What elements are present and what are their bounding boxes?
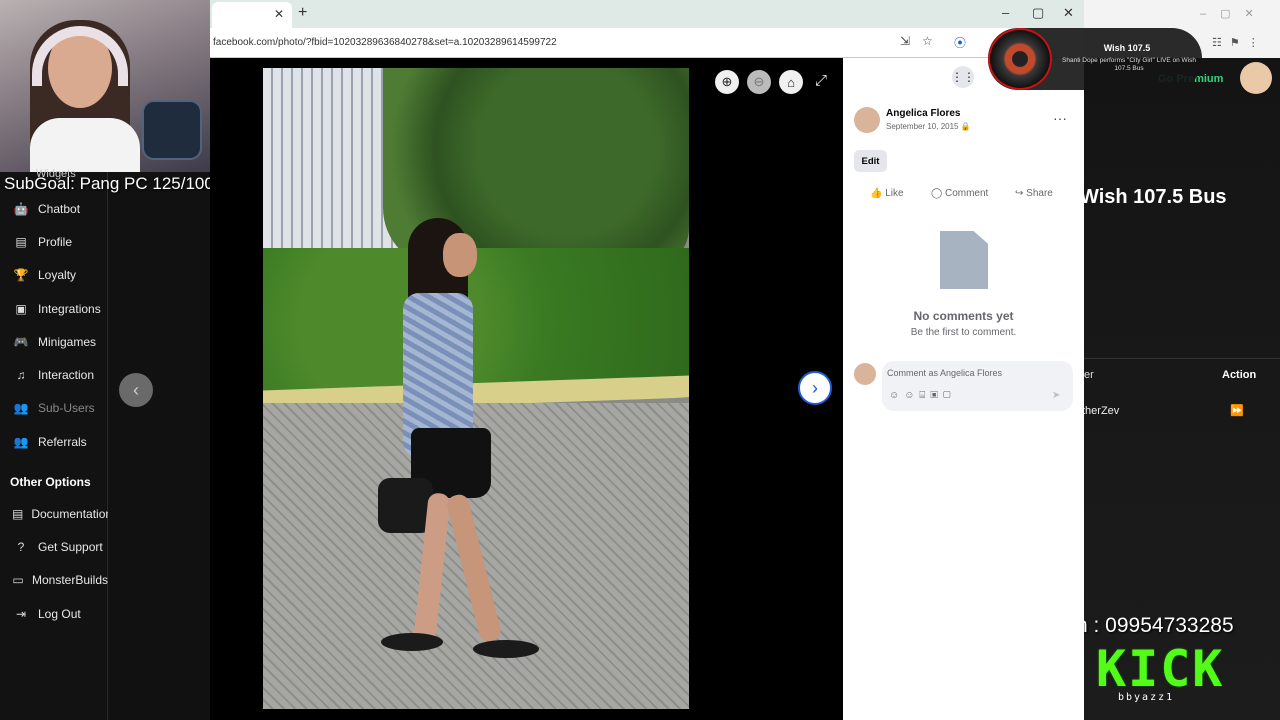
webcam-overlay	[0, 0, 210, 172]
extensions-icon[interactable]: ☷⚑⋮	[1212, 36, 1267, 49]
empty-comments-title: No comments yet	[913, 309, 1014, 323]
browser-tab[interactable]: ✕	[212, 2, 292, 28]
empty-comments-subtitle: Be the first to comment.	[910, 327, 1017, 338]
table-row-user: therZev	[1082, 405, 1120, 417]
trophy-icon: 🏆	[13, 268, 29, 282]
fast-forward-icon[interactable]: ⏩	[1230, 404, 1244, 417]
post-author[interactable]: Angelica Flores	[886, 108, 960, 119]
install-app-icon[interactable]: ⇲	[900, 34, 910, 48]
sidebar-item-minigames[interactable]: 🎮 Minigames	[0, 327, 108, 357]
kick-logo: KICK	[1096, 640, 1225, 698]
tab-bar: ✕ + – ▢ ✕	[210, 0, 1084, 28]
sidebar-item-profile[interactable]: ▤ Profile	[0, 227, 108, 257]
album-art	[988, 28, 1052, 90]
plug-icon: ▣	[15, 302, 27, 316]
phone-number-text: h : 09954733285	[1076, 614, 1234, 637]
zoom-in-icon[interactable]: ⊕	[715, 70, 739, 94]
robot-icon: 🤖	[13, 202, 29, 216]
comment-icon: ◯	[931, 188, 945, 199]
table-divider	[1084, 358, 1280, 359]
stream-title: Wish 107.5 Bus	[1080, 186, 1227, 208]
next-photo-button[interactable]: ›	[798, 371, 832, 405]
sidebar-item-interaction[interactable]: ♫ Interaction	[0, 360, 108, 390]
sidebar-item-chatbot[interactable]: 🤖 Chatbot	[0, 194, 108, 224]
comment-input[interactable]: Comment as Angelica Flores ☺☺⌸▣▢ ➤	[882, 361, 1073, 411]
document-icon: ▤	[12, 507, 24, 521]
close-tab-icon[interactable]: ✕	[274, 7, 284, 21]
sidebar-item-referrals[interactable]: 👥 Referrals	[0, 427, 108, 457]
maximize-icon[interactable]: ▢	[1032, 5, 1044, 21]
send-icon[interactable]: ➤	[1052, 390, 1060, 401]
sidebar-item-integrations[interactable]: ▣ Integrations	[0, 294, 108, 324]
close-window-icon[interactable]: ✕	[1063, 5, 1074, 21]
edit-button[interactable]: Edit	[854, 150, 887, 172]
share-button[interactable]: ↪ Share	[1015, 188, 1053, 199]
bookmark-star-icon[interactable]: ☆	[922, 34, 933, 48]
fullscreen-icon[interactable]: ⤢	[815, 72, 827, 89]
comment-placeholder: Comment as Angelica Flores	[887, 368, 1003, 378]
privacy-lock-icon: 🔒	[960, 122, 971, 131]
now-playing-subtitle: Shanti Dope performs "City Girl" LIVE on…	[1062, 57, 1196, 72]
browser-window: ✕ + – ▢ ✕ facebook.com/photo/?fbid=10203…	[119, 0, 1084, 720]
post-details-panel: ⋮⋮ Angelica Flores September 10, 2015 🔒 …	[843, 58, 1084, 720]
users-icon: 👥	[13, 401, 29, 415]
avatar[interactable]	[1240, 62, 1272, 94]
id-card-icon: ▤	[15, 235, 27, 249]
extension-icon[interactable]: ⦿	[954, 34, 966, 51]
sidebar-item-loyalty[interactable]: 🏆 Loyalty	[0, 260, 108, 290]
new-tab-icon[interactable]: +	[298, 4, 307, 22]
address-bar[interactable]: facebook.com/photo/?fbid=102032896368402…	[210, 28, 1084, 58]
photo	[263, 68, 689, 709]
sidebar-item-monsterbuilds[interactable]: ▭ MonsterBuilds	[0, 565, 108, 595]
kick-username: bbyazz1	[1118, 692, 1175, 703]
apps-grid-icon[interactable]: ⋮⋮	[951, 66, 975, 88]
column-header-action: Action	[1222, 369, 1257, 381]
question-icon: ?	[17, 540, 25, 554]
sidebar-item-get-support[interactable]: ? Get Support	[0, 532, 108, 562]
document-icon	[940, 231, 988, 289]
now-playing-title: Wish 107.5	[1103, 43, 1151, 53]
column-header-user: er	[1084, 369, 1094, 381]
share-icon: ↪	[1015, 188, 1027, 199]
avatar	[854, 363, 876, 385]
people-icon: 👥	[13, 435, 29, 449]
other-options-heading: Other Options	[10, 475, 91, 489]
comment-tools-icon[interactable]: ☺☺⌸▣▢	[889, 390, 956, 401]
photo-viewer: ⊕ ⊖ ⌂ ⤢	[210, 58, 843, 720]
music-note-icon: ♫	[16, 368, 26, 382]
minimize-icon[interactable]: –	[1002, 5, 1009, 20]
url-text[interactable]: facebook.com/photo/?fbid=102032896368402…	[213, 37, 557, 48]
tag-icon[interactable]: ⌂	[779, 70, 803, 94]
post-date[interactable]: September 10, 2015	[886, 122, 959, 131]
zoom-out-icon[interactable]: ⊖	[747, 70, 771, 94]
like-button[interactable]: 👍 Like	[870, 188, 904, 199]
like-icon: 👍	[870, 188, 886, 199]
sidebar-item-documentation[interactable]: ▤ Documentation	[0, 499, 108, 529]
stream-overlay	[1084, 0, 1280, 720]
avatar[interactable]	[854, 107, 880, 133]
comment-button[interactable]: ◯ Comment	[931, 188, 988, 199]
window-controls-icon[interactable]: –▢✕	[1200, 7, 1268, 20]
sidebar-item-sub-users[interactable]: 👥 Sub-Users	[0, 393, 108, 423]
more-options-icon[interactable]: ···	[1053, 110, 1067, 126]
previous-photo-button[interactable]: ‹	[119, 373, 153, 407]
post-date-row: September 10, 2015 🔒	[886, 122, 971, 131]
sidebar-item-log-out[interactable]: ⇥ Log Out	[0, 599, 108, 629]
logout-icon: ⇥	[15, 607, 27, 621]
monitor-icon: ▭	[12, 573, 24, 587]
gamepad-icon: 🎮	[13, 335, 29, 349]
subgoal-text: SubGoal: Pang PC 125/1000	[4, 174, 224, 193]
